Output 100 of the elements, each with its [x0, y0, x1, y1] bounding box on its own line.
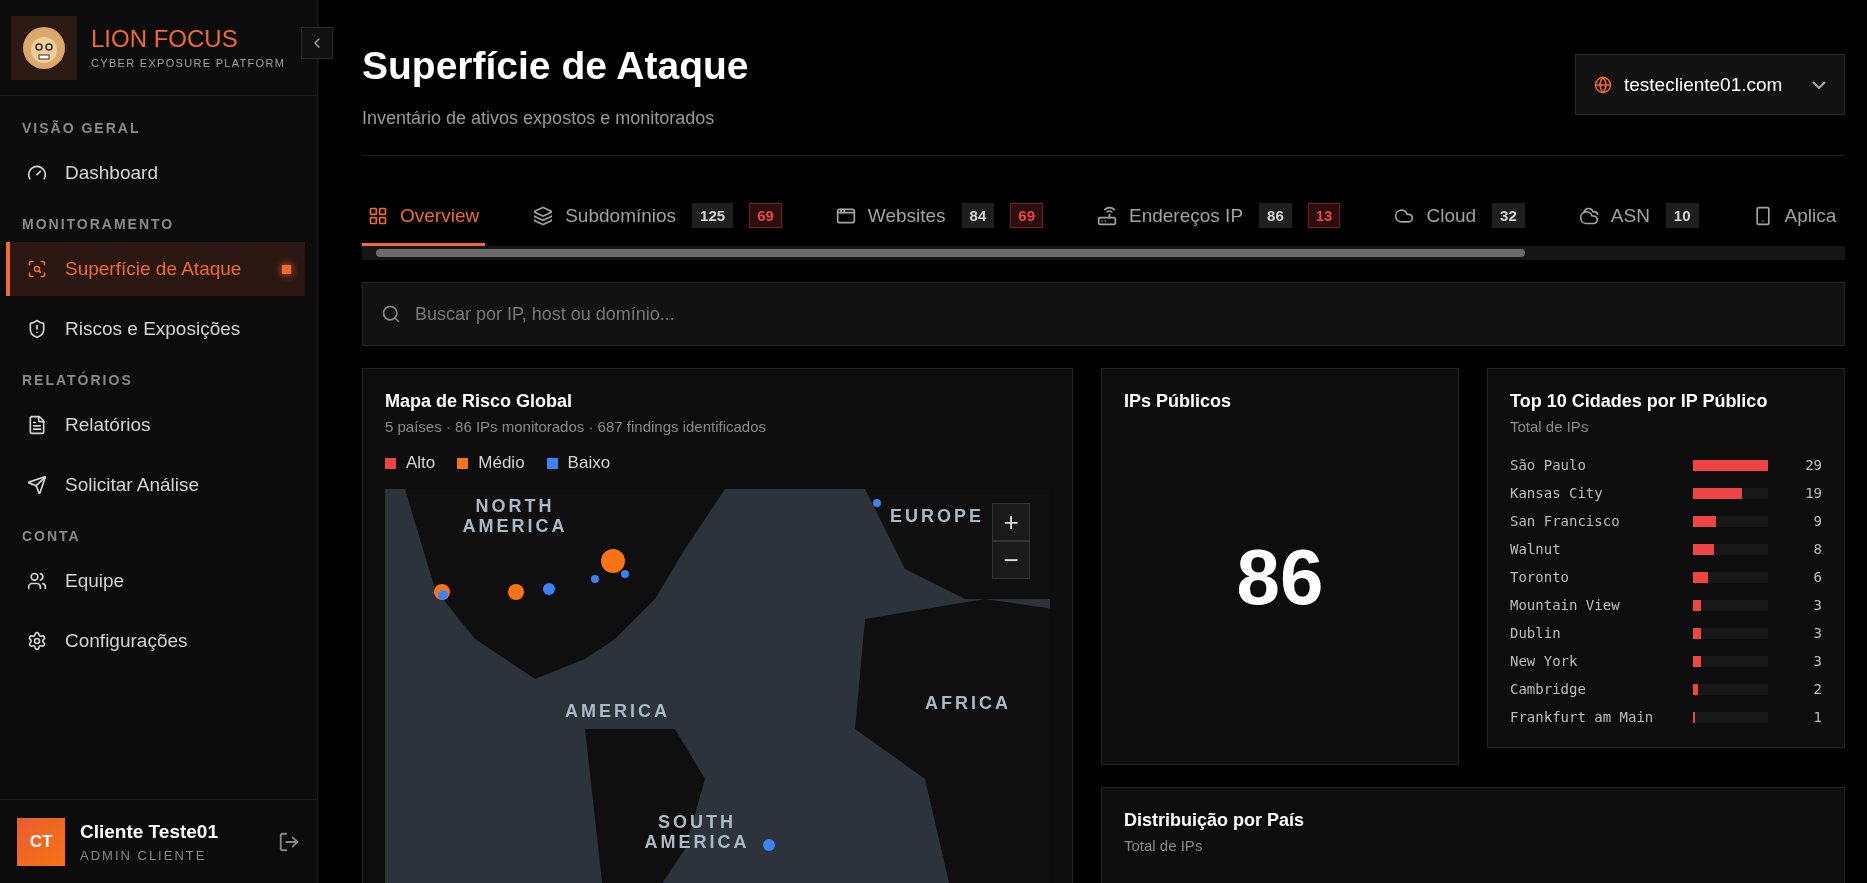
- card-title: IPs Públicos: [1124, 391, 1233, 412]
- tab[interactable]: ASN 10: [1572, 196, 1705, 246]
- cloud-icon: [1578, 205, 1599, 226]
- user-name: Cliente Teste01: [80, 820, 219, 843]
- city-name: Dublin: [1510, 625, 1562, 641]
- nav-item[interactable]: Configurações: [6, 614, 305, 668]
- send-icon: [27, 475, 47, 495]
- city-name: Toronto: [1510, 569, 1570, 585]
- router-icon: [1097, 205, 1117, 226]
- card-subtitle: 5 países · 86 IPs monitorados · 687 findings identificados: [385, 418, 768, 435]
- map-marker[interactable]: [508, 584, 524, 600]
- city-name: São Paulo: [1510, 457, 1587, 473]
- nav-item-label: Superfície de Ataque: [65, 258, 242, 280]
- nav-item[interactable]: Equipe: [6, 554, 305, 608]
- city-name: Frankfurt am Main: [1510, 709, 1655, 725]
- gauge-icon: [27, 163, 47, 183]
- tab-label: ASN: [1610, 204, 1650, 227]
- count-badge: 69: [749, 203, 782, 228]
- map-marker[interactable]: [873, 499, 881, 507]
- count-badge: 69: [1010, 203, 1043, 228]
- map-marker[interactable]: [763, 839, 775, 851]
- user-role: ADMIN CLIENTE: [80, 847, 208, 863]
- legend-label: Médio: [478, 453, 525, 473]
- nav-item[interactable]: Riscos e Exposições: [6, 302, 305, 356]
- city-name: San Francisco: [1510, 513, 1621, 529]
- city-name: New York: [1510, 653, 1579, 669]
- nav-section-title: RELATÓRIOS: [21, 370, 134, 390]
- shield-icon: [27, 319, 47, 339]
- map-marker[interactable]: [591, 575, 599, 583]
- city-name: Kansas City: [1510, 485, 1604, 501]
- brand-tagline: CYBER EXPOSURE PLATFORM: [91, 56, 286, 69]
- brand-name: LION FOCUS: [91, 26, 239, 51]
- card-title: Top 10 Cidades por IP Público: [1510, 391, 1769, 412]
- layers-icon: [533, 205, 554, 226]
- city-count: 1: [1812, 709, 1822, 725]
- count-badge: 125: [692, 203, 734, 228]
- page-subtitle: Inventário de ativos expostos e monitorados: [362, 108, 716, 129]
- city-count: 6: [1812, 569, 1822, 585]
- tab-label: Overview: [400, 204, 480, 227]
- count-badge: 32: [1492, 203, 1525, 228]
- count-badge: 13: [1307, 203, 1341, 228]
- city-count: 29: [1804, 457, 1822, 473]
- nav-item-label: Riscos e Exposições: [65, 318, 241, 340]
- zoom-out-button[interactable]: −: [992, 541, 1030, 579]
- nav-item-label: Relatórios: [65, 414, 151, 436]
- city-count: 9: [1812, 513, 1822, 529]
- map-marker[interactable]: [601, 549, 625, 573]
- city-count: 8: [1812, 541, 1822, 557]
- nav-item[interactable]: Dashboard: [6, 146, 305, 200]
- tab[interactable]: Endereços IP 86 13: [1091, 196, 1347, 246]
- tab[interactable]: Cloud 32: [1388, 196, 1531, 246]
- legend-label: Alto: [406, 453, 436, 473]
- count-badge: 10: [1665, 203, 1699, 228]
- ip-count: 86: [1235, 531, 1325, 623]
- map-marker[interactable]: [438, 590, 448, 600]
- lion-logo-icon: [11, 15, 77, 80]
- region-label: AFRICA: [925, 694, 1011, 714]
- nav-section-title: MONITORAMENTO: [21, 215, 176, 234]
- users-icon: [27, 571, 47, 591]
- region-label: AMERICA: [565, 702, 670, 722]
- nav-section-title: CONTA: [21, 527, 82, 546]
- map-marker[interactable]: [621, 570, 629, 578]
- nav-item[interactable]: Solicitar Análise: [6, 458, 305, 512]
- chevron-down-icon: [1812, 80, 1826, 89]
- collapse-button[interactable]: [301, 27, 333, 59]
- domain-selector[interactable]: testecliente01.com: [1575, 54, 1845, 115]
- grid-icon: [368, 205, 388, 226]
- nav-item[interactable]: Superfície de Ataque: [6, 242, 305, 296]
- count-badge: 84: [961, 203, 995, 228]
- tab-label: Websites: [867, 204, 946, 227]
- document-icon: [27, 415, 47, 435]
- city-name: Cambridge: [1510, 681, 1587, 697]
- scan-icon: [27, 259, 47, 279]
- count-badge: 86: [1259, 203, 1292, 228]
- nav-item-label: Dashboard: [65, 162, 158, 184]
- legend-label: Baixo: [567, 453, 611, 473]
- tab-label: Aplica: [1784, 204, 1837, 227]
- tab[interactable]: Websites 84 69: [829, 196, 1049, 246]
- card-subtitle: Total de IPs: [1124, 836, 1204, 854]
- zoom-in-button[interactable]: +: [992, 503, 1030, 541]
- city-count: 2: [1812, 681, 1822, 697]
- tab-label: Cloud: [1426, 204, 1477, 227]
- tab-label: Subdomínios: [565, 204, 677, 227]
- nav-item[interactable]: Relatórios: [6, 398, 305, 452]
- tab[interactable]: Aplica: [1746, 196, 1843, 246]
- search-field[interactable]: Buscar por IP, host ou domínio...: [362, 282, 1845, 346]
- city-name: Mountain View: [1510, 597, 1621, 613]
- scrollbar[interactable]: [362, 246, 1845, 260]
- nav-section-title: VISÃO GERAL: [21, 119, 142, 138]
- region-label: EUROPE: [890, 507, 985, 527]
- globe-icon: [1594, 75, 1612, 94]
- map-marker[interactable]: [543, 583, 555, 595]
- region-label: NORTH AMERICA: [461, 497, 569, 537]
- city-name: Walnut: [1510, 541, 1562, 557]
- nav-item-label: Equipe: [65, 570, 125, 592]
- tab[interactable]: Subdomínios 125 69: [527, 196, 788, 246]
- search-icon: [381, 304, 401, 324]
- card-title: Distribuição por País: [1124, 809, 1306, 831]
- city-count: 3: [1812, 597, 1822, 613]
- logout-icon[interactable]: [278, 830, 300, 853]
